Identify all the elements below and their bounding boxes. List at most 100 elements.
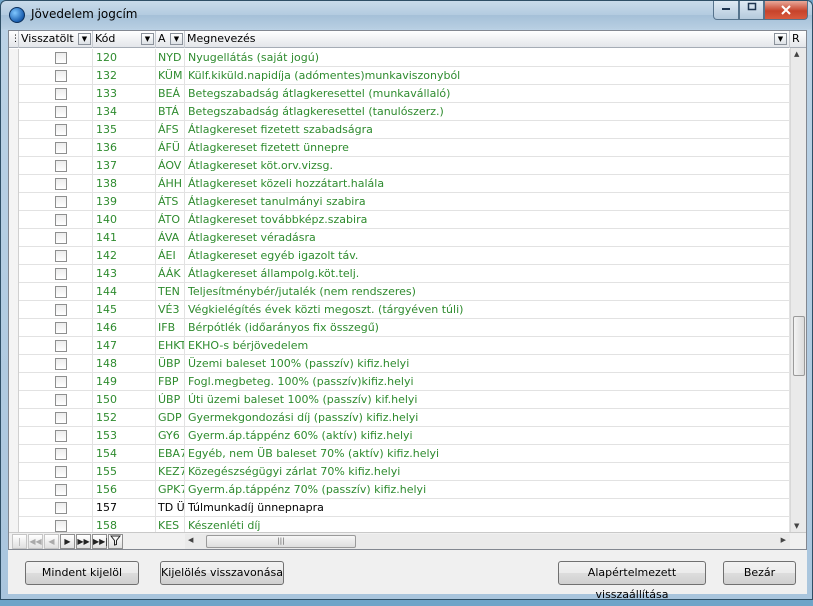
row-indicator[interactable] bbox=[9, 355, 19, 373]
visszatolt-filter-dropdown[interactable]: ▼ bbox=[78, 33, 91, 45]
table-row[interactable]: 157TD ÜTúlmunkadíj ünnepnapra2 bbox=[9, 499, 806, 517]
visszatolt-checkbox[interactable] bbox=[55, 70, 67, 82]
row-indicator[interactable] bbox=[9, 121, 19, 139]
row-indicator[interactable] bbox=[9, 67, 19, 85]
table-row[interactable]: 132 KÜM Külf.kiküld.napidíja (adómentes)mu… bbox=[9, 67, 806, 85]
nav-next-page-button[interactable]: ▶▶ bbox=[76, 534, 91, 549]
row-indicator[interactable] bbox=[9, 85, 19, 103]
table-row[interactable]: 150 ÚBP Úti üzemi baleset 100% (passzív) k… bbox=[9, 391, 806, 409]
nav-prev-page-button[interactable]: ◀◀ bbox=[28, 534, 43, 549]
table-row[interactable]: 120NYDNyugellátás (saját jogú)3 bbox=[9, 49, 806, 67]
restore-default-button[interactable]: Alapértelmezett visszaállítása bbox=[558, 561, 706, 601]
visszatolt-checkbox[interactable] bbox=[55, 340, 67, 352]
visszatolt-checkbox[interactable] bbox=[55, 466, 67, 478]
visszatolt-checkbox[interactable] bbox=[55, 106, 67, 118]
vertical-scroll-thumb[interactable] bbox=[793, 316, 805, 376]
a-filter-dropdown[interactable]: ▼ bbox=[170, 33, 183, 45]
visszatolt-checkbox[interactable] bbox=[55, 322, 67, 334]
visszatolt-checkbox[interactable] bbox=[55, 484, 67, 496]
row-indicator[interactable] bbox=[9, 157, 19, 175]
table-row[interactable]: 139ÁTSÁtlagkereset tanulmányi szabira1 bbox=[9, 193, 806, 211]
row-indicator[interactable] bbox=[9, 409, 19, 427]
visszatolt-checkbox[interactable] bbox=[55, 88, 67, 100]
table-row[interactable]: 135ÁFSÁtlagkereset fizetett szabadságra1 bbox=[9, 121, 806, 139]
visszatolt-checkbox[interactable] bbox=[55, 358, 67, 370]
row-indicator[interactable] bbox=[9, 247, 19, 265]
row-indicator[interactable] bbox=[9, 373, 19, 391]
table-row[interactable]: 143ÁÁKÁtlagkereset állampolg.köt.telj.1 bbox=[9, 265, 806, 283]
visszatolt-checkbox[interactable] bbox=[55, 214, 67, 226]
visszatolt-checkbox[interactable] bbox=[55, 142, 67, 154]
maximize-button[interactable] bbox=[739, 1, 764, 20]
nav-first-button[interactable]: |◀◀ bbox=[12, 534, 27, 549]
visszatolt-checkbox[interactable] bbox=[55, 178, 67, 190]
visszatolt-checkbox[interactable] bbox=[55, 286, 67, 298]
table-row[interactable]: 138 ÁHH Átlagkereset közeli hozzátart.halá… bbox=[9, 175, 806, 193]
scroll-down-icon[interactable]: ▼ bbox=[794, 522, 799, 530]
row-indicator[interactable] bbox=[9, 427, 19, 445]
table-row[interactable]: 147EHKTEKHO-s bérjövedelem1 bbox=[9, 337, 806, 355]
visszatolt-checkbox[interactable] bbox=[55, 430, 67, 442]
row-indicator[interactable] bbox=[9, 319, 19, 337]
header-r[interactable]: R bbox=[790, 31, 806, 48]
title-bar[interactable]: Jövedelem jogcím bbox=[1, 1, 812, 29]
row-indicator[interactable] bbox=[9, 229, 19, 247]
row-indicator[interactable] bbox=[9, 481, 19, 499]
nav-next-button[interactable]: ▶ bbox=[60, 534, 75, 549]
kod-filter-dropdown[interactable]: ▼ bbox=[141, 33, 154, 45]
visszatolt-checkbox[interactable] bbox=[55, 196, 67, 208]
vertical-scrollbar[interactable]: ▲ ▼ bbox=[790, 48, 806, 532]
row-indicator[interactable] bbox=[9, 265, 19, 283]
nav-prev-button[interactable]: ◀ bbox=[44, 534, 59, 549]
table-row[interactable]: 136ÁFÜÁtlagkereset fizetett ünnepre1 bbox=[9, 139, 806, 157]
row-indicator[interactable] bbox=[9, 175, 19, 193]
data-grid[interactable]: ⋮ Visszatölt ▼ Kód ▼ A ▼ bbox=[8, 30, 807, 550]
row-indicator[interactable] bbox=[9, 283, 19, 301]
table-row[interactable]: 152 GDP Gyermekgondozási díj (passzív) kif… bbox=[9, 409, 806, 427]
scroll-left-icon[interactable]: ◀ bbox=[188, 536, 193, 544]
row-indicator[interactable] bbox=[9, 499, 19, 517]
table-row[interactable]: 148 ÜBP Üzemi baleset 100% (passzív) kifiz… bbox=[9, 355, 806, 373]
scroll-right-icon[interactable]: ▶ bbox=[781, 536, 786, 544]
minimize-button[interactable] bbox=[713, 1, 739, 20]
table-row[interactable]: 145 VÉ3 Végkielégítés évek közti megoszt. … bbox=[9, 301, 806, 319]
table-row[interactable]: 133 BEÁ Betegszabadság átlagkeresettel (mu… bbox=[9, 85, 806, 103]
row-indicator[interactable] bbox=[9, 301, 19, 319]
visszatolt-checkbox[interactable] bbox=[55, 394, 67, 406]
row-indicator[interactable] bbox=[9, 211, 19, 229]
table-row[interactable]: 156 GPK7 Gyerm.áp.táppénz 70% (passzív) ki… bbox=[9, 481, 806, 499]
visszatolt-checkbox[interactable] bbox=[55, 232, 67, 244]
visszatolt-checkbox[interactable] bbox=[55, 268, 67, 280]
table-row[interactable]: 140ÁTOÁtlagkereset továbbképz.szabira1 bbox=[9, 211, 806, 229]
scroll-up-icon[interactable]: ▲ bbox=[794, 50, 799, 58]
table-row[interactable]: 154 EBA7 Egyéb, nem ÜB baleset 70% (aktív)… bbox=[9, 445, 806, 463]
table-row[interactable]: 137ÁOVÁtlagkereset köt.orv.vizsg.1 bbox=[9, 157, 806, 175]
table-row[interactable]: 144 TEN Teljesítménybér/jutalék (nem rends… bbox=[9, 283, 806, 301]
close-button[interactable]: Bezár bbox=[723, 561, 796, 585]
horizontal-scrollbar[interactable]: ◀ ||| ▶ bbox=[185, 534, 790, 549]
row-indicator[interactable] bbox=[9, 463, 19, 481]
row-indicator[interactable] bbox=[9, 193, 19, 211]
row-indicator[interactable] bbox=[9, 139, 19, 157]
row-indicator[interactable] bbox=[9, 49, 19, 67]
visszatolt-checkbox[interactable] bbox=[55, 160, 67, 172]
table-row[interactable]: 153 GY6 Gyerm.áp.táppénz 60% (aktív) kifiz… bbox=[9, 427, 806, 445]
table-row[interactable]: 146 IFB Bérpótlék (időarányos fix összegű)… bbox=[9, 319, 806, 337]
megnevezes-filter-dropdown[interactable]: ▼ bbox=[774, 33, 787, 45]
visszatolt-checkbox[interactable] bbox=[55, 250, 67, 262]
row-indicator[interactable] bbox=[9, 445, 19, 463]
close-window-button[interactable] bbox=[764, 1, 808, 20]
nav-last-button[interactable]: ▶▶| bbox=[92, 534, 108, 549]
visszatolt-checkbox[interactable] bbox=[55, 502, 67, 514]
table-row[interactable]: 141ÁVAÁtlagkereset véradásra1 bbox=[9, 229, 806, 247]
undo-selection-button[interactable]: Kijelölés visszavonása bbox=[160, 561, 284, 585]
select-all-button[interactable]: Mindent kijelöl bbox=[25, 561, 139, 585]
visszatolt-checkbox[interactable] bbox=[55, 124, 67, 136]
table-row[interactable]: 155 KEZ7 Közegészségügyi zárlat 70% kifiz.… bbox=[9, 463, 806, 481]
visszatolt-checkbox[interactable] bbox=[55, 376, 67, 388]
row-indicator[interactable] bbox=[9, 337, 19, 355]
column-chooser[interactable]: ⋮ bbox=[9, 31, 19, 48]
visszatolt-checkbox[interactable] bbox=[55, 52, 67, 64]
visszatolt-checkbox[interactable] bbox=[55, 520, 67, 532]
table-row[interactable]: 142ÁEIÁtlagkereset egyéb igazolt táv.1 bbox=[9, 247, 806, 265]
